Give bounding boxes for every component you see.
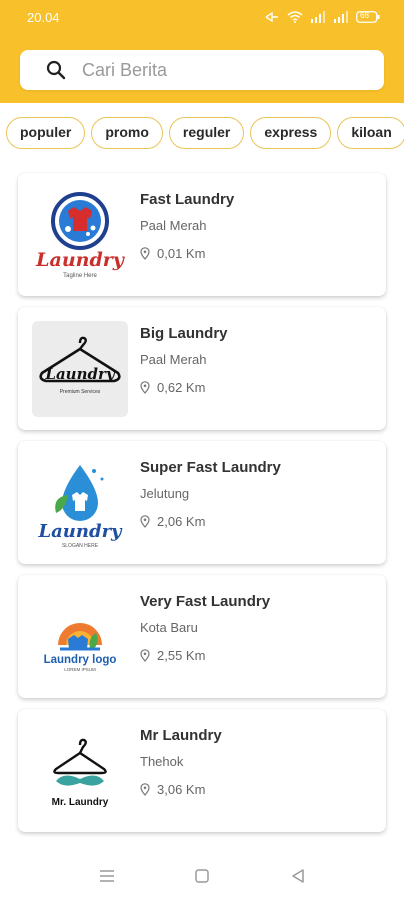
status-time: 20.04: [27, 10, 60, 25]
svg-text:Mr. Laundry: Mr. Laundry: [52, 797, 109, 808]
signal-icon: [333, 10, 349, 23]
laundry-distance: 2,55 Km: [157, 648, 206, 663]
wifi-icon: [287, 10, 303, 23]
laundry-area: Thehok: [140, 754, 184, 769]
category-chips: populer promo reguler express kiloan: [6, 117, 404, 151]
laundry-distance: 3,06 Km: [157, 782, 206, 797]
svg-text:Laundry: Laundry: [35, 249, 126, 271]
status-icons: 68: [264, 10, 380, 23]
laundry-area: Jelutung: [140, 486, 190, 501]
svg-text:Laundry logo: Laundry logo: [44, 654, 117, 666]
laundry-card[interactable]: Mr. Laundry Mr Laundry Thehok 3,06 Km: [18, 709, 386, 832]
distance-row: 0,62 Km: [140, 380, 205, 395]
home-square-icon[interactable]: [192, 866, 212, 886]
laundry-logo: Laundry Premium Services: [32, 321, 128, 417]
chip-express[interactable]: express: [250, 117, 332, 149]
svg-text:SLOGAN HERE: SLOGAN HERE: [62, 543, 99, 549]
distance-row: 0,01 Km: [140, 246, 205, 261]
laundry-card[interactable]: Laundry logo LOREM IPSUM Very Fast Laund…: [18, 575, 386, 698]
search-icon: [46, 60, 66, 80]
laundry-distance: 2,06 Km: [157, 514, 206, 529]
laundry-name: Big Laundry: [140, 325, 228, 342]
chip-kiloan[interactable]: kiloan: [337, 117, 404, 149]
app-header: 20.04 68: [0, 0, 404, 103]
signal-icon: [310, 10, 326, 23]
chip-promo[interactable]: promo: [91, 117, 163, 149]
laundry-logo: Mr. Laundry: [32, 723, 128, 819]
svg-text:Premium Services: Premium Services: [60, 389, 101, 395]
svg-text:Laundry: Laundry: [37, 521, 123, 542]
svg-text:Laundry: Laundry: [44, 365, 115, 383]
laundry-logo: Laundry logo LOREM IPSUM: [32, 589, 128, 685]
laundry-distance: 0,62 Km: [157, 380, 206, 395]
laundry-card[interactable]: Laundry SLOGAN HERE Super Fast Laundry J…: [18, 441, 386, 564]
laundry-distance: 0,01 Km: [157, 246, 206, 261]
location-pin-icon: [140, 247, 150, 260]
svg-text:LOREM IPSUM: LOREM IPSUM: [64, 667, 96, 672]
menu-icon[interactable]: [97, 866, 117, 886]
laundry-name: Fast Laundry: [140, 191, 235, 208]
laundry-name: Mr Laundry: [140, 727, 222, 744]
laundry-area: Kota Baru: [140, 620, 198, 635]
laundry-logo: Laundry SLOGAN HERE: [32, 455, 128, 551]
battery-icon: 68: [356, 10, 380, 23]
chip-reguler[interactable]: reguler: [168, 117, 245, 149]
distance-row: 2,55 Km: [140, 648, 205, 663]
location-pin-icon: [140, 381, 150, 394]
battery-level: 68: [360, 11, 369, 20]
back-triangle-icon[interactable]: [288, 866, 308, 886]
laundry-area: Paal Merah: [140, 352, 207, 367]
svg-text:Tagline Here: Tagline Here: [63, 273, 97, 279]
laundry-card[interactable]: Laundry Tagline Here Fast Laundry Paal M…: [18, 173, 386, 296]
laundry-area: Paal Merah: [140, 218, 207, 233]
system-nav-bar: [0, 852, 404, 900]
laundry-card[interactable]: Laundry Premium Services Big Laundry Paa…: [18, 307, 386, 430]
status-bar: 20.04 68: [0, 0, 404, 36]
location-pin-icon: [140, 515, 150, 528]
search-input[interactable]: [82, 50, 372, 90]
distance-row: 2,06 Km: [140, 514, 205, 529]
search-bar[interactable]: [20, 50, 384, 90]
bluetooth-icon: [264, 10, 280, 23]
location-pin-icon: [140, 783, 150, 796]
location-pin-icon: [140, 649, 150, 662]
distance-row: 3,06 Km: [140, 782, 205, 797]
chip-populer[interactable]: populer: [6, 117, 86, 149]
laundry-name: Very Fast Laundry: [140, 593, 271, 610]
laundry-name: Super Fast Laundry: [140, 459, 281, 476]
laundry-logo: Laundry Tagline Here: [32, 187, 128, 283]
